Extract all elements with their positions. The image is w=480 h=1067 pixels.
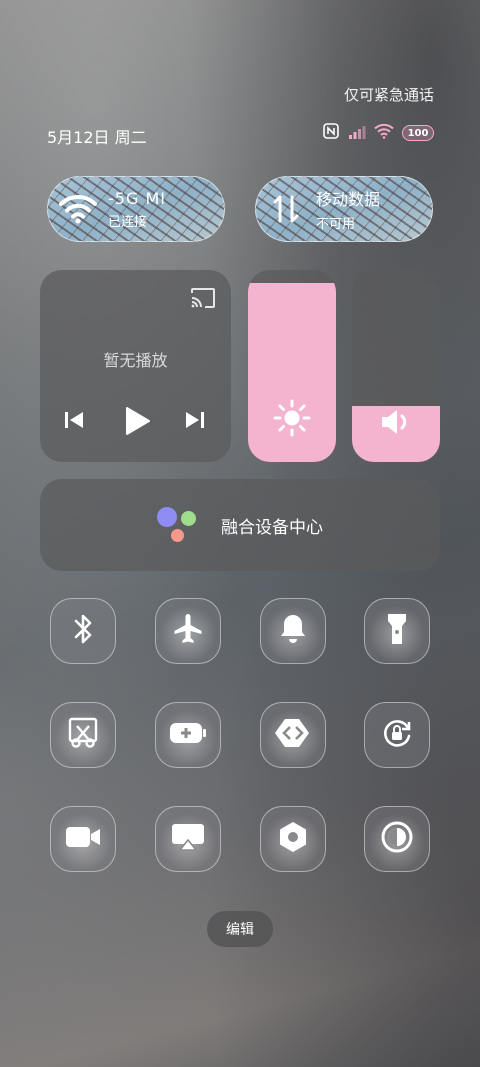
cast-icon[interactable]	[190, 287, 216, 313]
wifi-status-icon	[374, 123, 394, 143]
rotation-lock-toggle[interactable]	[364, 702, 430, 768]
rotation-lock-icon	[380, 716, 414, 754]
flashlight-icon	[384, 612, 410, 650]
screenshot-toggle[interactable]	[50, 702, 116, 768]
link-toggle[interactable]	[260, 702, 326, 768]
play-button[interactable]	[122, 405, 152, 437]
brightness-slider[interactable]	[248, 270, 336, 462]
airplane-mode-toggle[interactable]	[155, 598, 221, 664]
signal-icon	[348, 124, 366, 143]
airplane-icon	[171, 612, 205, 650]
screen-record-toggle[interactable]	[50, 806, 116, 872]
previous-track-button[interactable]	[62, 408, 86, 432]
settings-icon	[276, 820, 310, 858]
speaker-icon	[352, 406, 440, 438]
link-icon	[275, 717, 311, 753]
battery-saver-icon	[168, 720, 208, 750]
settings-toggle[interactable]	[260, 806, 326, 872]
mobile-data-toggle[interactable]: 移动数据 不可用	[255, 176, 433, 242]
edit-button[interactable]: 编辑	[207, 911, 273, 947]
bell-icon	[278, 612, 308, 650]
media-card: 暂无播放	[40, 270, 231, 462]
cast-screen-icon	[170, 821, 206, 857]
wifi-toggle[interactable]: -5G MI 已连接	[47, 176, 225, 242]
wifi-icon	[48, 194, 108, 224]
mobile-data-status: 不可用	[316, 217, 356, 232]
sound-mode-toggle[interactable]	[260, 598, 326, 664]
emergency-call-text: 仅可紧急通话	[343, 86, 434, 104]
status-icons: 100	[322, 122, 434, 144]
fusion-label: 融合设备中心	[221, 517, 323, 538]
battery-saver-toggle[interactable]	[155, 702, 221, 768]
mobile-data-label: 移动数据	[316, 190, 381, 209]
nfc-icon	[322, 122, 340, 144]
no-playback-text: 暂无播放	[103, 351, 168, 370]
dark-mode-icon	[380, 820, 414, 858]
date-text: 5月12日 周二	[47, 128, 147, 147]
sun-icon	[248, 398, 336, 438]
battery-indicator: 100	[402, 125, 434, 141]
flashlight-toggle[interactable]	[364, 598, 430, 664]
fusion-dots-icon	[157, 503, 199, 547]
next-track-button[interactable]	[183, 408, 207, 432]
bluetooth-icon	[68, 612, 98, 650]
bluetooth-toggle[interactable]	[50, 598, 116, 664]
video-icon	[64, 824, 102, 854]
wifi-status: 已连接	[108, 214, 148, 230]
mobile-data-icon	[256, 193, 316, 225]
screenshot-icon	[66, 716, 100, 754]
dark-mode-toggle[interactable]	[364, 806, 430, 872]
screen-cast-toggle[interactable]	[155, 806, 221, 872]
volume-slider[interactable]	[352, 270, 440, 462]
wifi-ssid: -5G MI	[108, 188, 166, 208]
fusion-device-center[interactable]: 融合设备中心	[40, 479, 440, 571]
